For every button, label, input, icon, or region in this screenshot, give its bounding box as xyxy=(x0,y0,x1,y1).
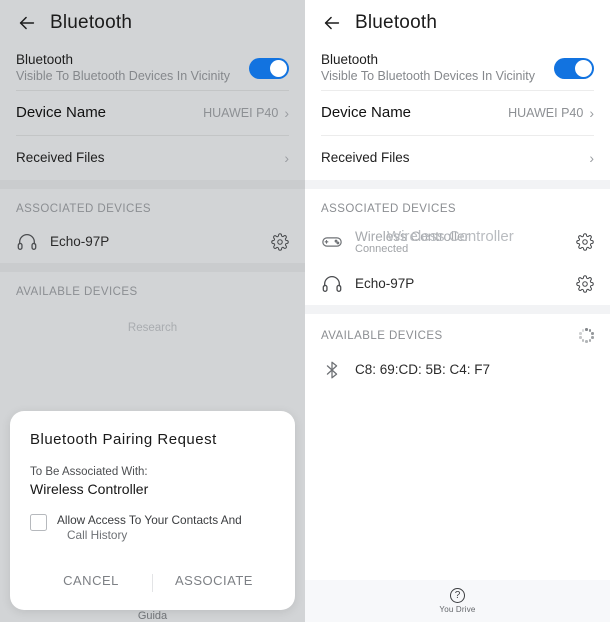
gamepad-icon xyxy=(321,231,343,253)
dialog-associate-label: To Be Associated With: xyxy=(30,466,148,478)
received-files-row[interactable]: Received Files › xyxy=(16,136,289,180)
back-arrow-icon[interactable] xyxy=(16,12,38,34)
chevron-right-icon: › xyxy=(284,105,289,121)
spinner-dot xyxy=(581,339,585,342)
received-files-label: Received Files xyxy=(16,150,105,165)
footer-watermark: ? You Drive xyxy=(305,580,610,622)
device-name-row[interactable]: Device Name HUAWEI P40 › xyxy=(16,91,289,135)
associated-device-row[interactable]: Echo-97P xyxy=(305,263,610,305)
page-title: Bluetooth xyxy=(50,12,133,33)
screenshot-root: Bluetooth Bluetooth Visible To Bluetooth… xyxy=(0,0,610,622)
allow-contacts-line1: Allow Access To Your Contacts And xyxy=(57,513,242,527)
associated-device-text: Wireless Controller Wireless Controller … xyxy=(355,227,576,256)
device-name-label: Device Name xyxy=(16,104,107,121)
associated-device-row[interactable]: Echo-97P xyxy=(0,221,305,263)
gear-icon[interactable] xyxy=(576,275,594,293)
available-devices-header: AVAILABLE DEVICES xyxy=(0,272,305,304)
research-label: Research xyxy=(127,322,178,334)
guida-text: Guida xyxy=(137,610,168,622)
available-device-row[interactable]: C8: 69:CD: 5B: C4: F7 xyxy=(305,349,610,391)
associated-device-row[interactable]: Wireless Controller Wireless Controller … xyxy=(305,221,610,263)
device-name-value: HUAWEI P40 xyxy=(203,106,279,120)
received-files-row[interactable]: Received Files › xyxy=(321,136,594,180)
bottom-partial-label: Guida xyxy=(0,610,305,622)
allow-contacts-line2: Call History xyxy=(67,528,128,542)
allow-contacts-label: Allow Access To Your Contacts And Call H… xyxy=(57,513,242,543)
spinner-dot xyxy=(579,336,582,339)
available-devices-header: AVAILABLE DEVICES xyxy=(305,314,610,349)
chevron-right-icon: › xyxy=(589,150,594,166)
bluetooth-toggle-row[interactable]: Bluetooth Visible To Bluetooth Devices I… xyxy=(16,46,289,90)
left-header: Bluetooth xyxy=(0,0,305,46)
associated-device-name: Echo-97P xyxy=(50,234,110,249)
spinner-dot xyxy=(585,340,588,343)
associated-devices-label: ASSOCIATED DEVICES xyxy=(16,203,152,215)
received-files-label: Received Files xyxy=(321,150,410,165)
available-device-name: C8: 69:CD: 5B: C4: F7 xyxy=(355,362,491,377)
bluetooth-toggle-row[interactable]: Bluetooth Visible To Bluetooth Devices I… xyxy=(321,46,594,90)
right-header: Bluetooth xyxy=(305,0,610,46)
headphones-icon xyxy=(321,273,343,295)
device-name-label: Device Name xyxy=(321,104,412,121)
bluetooth-subtitle: Visible To Bluetooth Devices In Vicinity xyxy=(321,69,536,83)
dialog-title: Bluetooth Pairing Request xyxy=(30,431,217,448)
dialog-device-name: Wireless Controller xyxy=(30,481,149,497)
dialog-contacts-permission[interactable]: Allow Access To Your Contacts And Call H… xyxy=(30,513,275,543)
headphones-icon xyxy=(16,231,38,253)
device-name-ghost-overlay: Wireless Controller xyxy=(387,227,514,245)
back-arrow-icon[interactable] xyxy=(321,12,343,34)
dialog-actions: CANCEL ASSOCIATE xyxy=(30,559,275,602)
allow-contacts-checkbox[interactable] xyxy=(30,514,47,531)
question-mark-icon: ? xyxy=(450,588,465,603)
associated-device-name: Echo-97P xyxy=(355,276,415,291)
chevron-right-icon: › xyxy=(284,150,289,166)
associated-devices-label: ASSOCIATED DEVICES xyxy=(321,203,457,215)
spinner-dot xyxy=(591,336,594,339)
spinner-dot xyxy=(579,332,582,335)
toggle-knob xyxy=(575,59,592,77)
section-gap xyxy=(305,305,610,314)
bluetooth-pairing-dialog: Bluetooth Pairing Request To Be Associat… xyxy=(10,411,295,610)
spinner-dot xyxy=(581,329,585,332)
scanning-spinner-icon xyxy=(579,328,594,343)
gear-icon[interactable] xyxy=(576,233,594,251)
associated-devices-header: ASSOCIATED DEVICES xyxy=(0,189,305,221)
available-devices-label: AVAILABLE DEVICES xyxy=(321,329,443,342)
footer-label: You Drive xyxy=(439,605,476,614)
chevron-right-icon: › xyxy=(589,105,594,121)
gear-icon[interactable] xyxy=(271,233,289,251)
bluetooth-subtitle: Visible To Bluetooth Devices In Vicinity xyxy=(16,69,231,83)
right-phone-screen: Bluetooth Bluetooth Visible To Bluetooth… xyxy=(305,0,610,622)
device-name-row[interactable]: Device Name HUAWEI P40 › xyxy=(321,91,594,135)
left-bluetooth-card: Bluetooth Visible To Bluetooth Devices I… xyxy=(0,46,305,180)
spinner-dot xyxy=(588,339,592,342)
bluetooth-toggle[interactable] xyxy=(249,57,289,79)
cancel-button[interactable]: CANCEL xyxy=(30,563,152,602)
page-title: Bluetooth xyxy=(355,12,438,33)
right-bluetooth-card: Bluetooth Visible To Bluetooth Devices I… xyxy=(305,46,610,180)
available-devices-label: AVAILABLE DEVICES xyxy=(16,286,138,298)
bluetooth-toggle[interactable] xyxy=(554,57,594,79)
bluetooth-label: Bluetooth xyxy=(321,52,379,67)
device-name-value: HUAWEI P40 xyxy=(508,106,584,120)
spinner-dot xyxy=(585,328,588,331)
associate-button[interactable]: ASSOCIATE xyxy=(153,563,275,602)
bluetooth-label: Bluetooth xyxy=(16,52,74,67)
associated-devices-header: ASSOCIATED DEVICES xyxy=(305,189,610,221)
toggle-knob xyxy=(270,59,287,77)
section-gap xyxy=(305,180,610,189)
left-phone-screen: Bluetooth Bluetooth Visible To Bluetooth… xyxy=(0,0,305,622)
spinner-dot xyxy=(591,332,594,335)
bluetooth-icon xyxy=(321,359,343,381)
